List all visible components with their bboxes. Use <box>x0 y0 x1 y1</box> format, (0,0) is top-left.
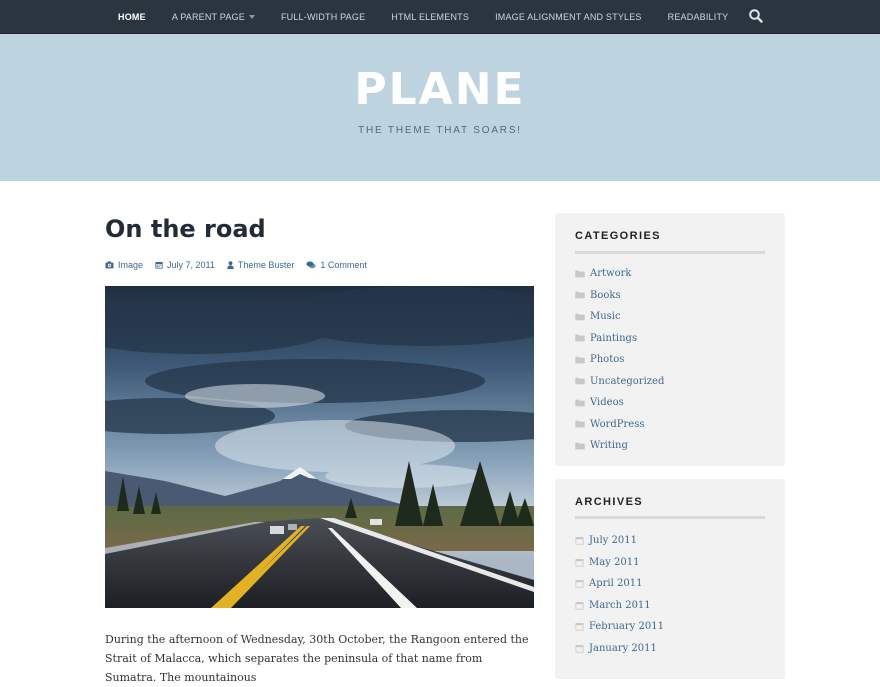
folder-icon <box>575 420 585 428</box>
nav-item-html-elements[interactable]: HTML ELEMENTS <box>378 0 482 33</box>
post-title[interactable]: On the road <box>105 212 525 246</box>
nav-item-label: A PARENT PAGE <box>171 11 245 22</box>
calendar-icon <box>575 558 584 567</box>
category-link[interactable]: Uncategorized <box>590 376 664 387</box>
category-item: Books <box>575 285 664 307</box>
nav-item-home[interactable]: HOME <box>105 0 159 33</box>
archive-item: May 2011 <box>575 552 664 574</box>
archive-item: April 2011 <box>575 573 664 595</box>
widget-divider <box>575 516 765 519</box>
post-meta: Image July 7, 2011 Theme Buster 1 Commen… <box>105 258 379 272</box>
category-link[interactable]: Music <box>590 311 621 322</box>
category-item: WordPress <box>575 414 664 436</box>
nav-item-parent-page[interactable]: A PARENT PAGE <box>159 0 268 33</box>
user-icon <box>227 261 234 269</box>
category-item: Videos <box>575 392 664 414</box>
nav-item-full-width-page[interactable]: FULL-WIDTH PAGE <box>268 0 378 33</box>
calendar-icon <box>575 601 584 610</box>
calendar-icon <box>575 623 584 631</box>
post-author-link[interactable]: Theme Buster <box>238 260 295 270</box>
camera-icon <box>105 261 114 269</box>
category-item: Artwork <box>575 263 664 285</box>
archive-item: February 2011 <box>575 616 664 638</box>
folder-icon <box>575 334 585 342</box>
category-item: Paintings <box>575 328 664 350</box>
category-item: Photos <box>575 349 664 371</box>
search-icon[interactable] <box>748 8 764 24</box>
folder-icon <box>575 377 585 385</box>
widget-title: CATEGORIES <box>575 230 661 242</box>
archive-link[interactable]: April 2011 <box>589 578 642 589</box>
folder-icon <box>575 442 585 450</box>
calendar-icon <box>575 580 584 588</box>
site-tagline: THE THEME THAT SOARS! <box>358 125 522 136</box>
category-link[interactable]: Photos <box>590 354 624 365</box>
category-list: Artwork Books Music Paintings Photos Unc… <box>575 263 664 457</box>
chevron-down-icon <box>248 14 255 19</box>
top-navigation: HOME A PARENT PAGE FULL-WIDTH PAGE HTML … <box>0 0 880 34</box>
calendar-icon <box>575 644 584 653</box>
category-item: Uncategorized <box>575 371 664 393</box>
folder-icon <box>575 291 585 299</box>
widget-categories: CATEGORIES Artwork Books Music Paintings… <box>555 213 785 466</box>
category-item: Music <box>575 306 664 328</box>
calendar-icon <box>575 537 584 545</box>
category-link[interactable]: Paintings <box>590 333 637 344</box>
archive-link[interactable]: January 2011 <box>589 643 657 654</box>
calendar-icon <box>155 262 163 269</box>
post-format-link[interactable]: Image <box>118 260 143 270</box>
post-comments-link[interactable]: 1 Comment <box>320 260 367 270</box>
archive-list: July 2011 May 2011 April 2011 March 2011… <box>575 530 664 659</box>
archive-link[interactable]: February 2011 <box>589 621 664 632</box>
category-link[interactable]: Books <box>590 290 621 301</box>
category-item: Writing <box>575 435 664 457</box>
archive-link[interactable]: May 2011 <box>589 557 639 568</box>
comments-icon <box>306 261 317 269</box>
post-author[interactable]: Theme Buster <box>227 260 295 270</box>
post-date[interactable]: July 7, 2011 <box>155 260 215 270</box>
nav-item-readability[interactable]: READABILITY <box>655 0 742 33</box>
archive-link[interactable]: July 2011 <box>589 535 637 546</box>
post-featured-image[interactable] <box>105 286 534 608</box>
archive-item: March 2011 <box>575 595 664 617</box>
site-title[interactable]: PLANE <box>0 64 880 116</box>
post-comments[interactable]: 1 Comment <box>306 260 367 270</box>
category-link[interactable]: Writing <box>590 440 628 451</box>
post-date-link[interactable]: July 7, 2011 <box>167 260 215 270</box>
archive-link[interactable]: March 2011 <box>589 600 651 611</box>
folder-icon <box>575 356 585 364</box>
widget-archives: ARCHIVES July 2011 May 2011 April 2011 M… <box>555 479 785 679</box>
category-link[interactable]: Artwork <box>590 268 631 279</box>
category-link[interactable]: Videos <box>590 397 624 408</box>
widget-title: ARCHIVES <box>575 496 644 508</box>
widget-divider <box>575 251 765 254</box>
post-format[interactable]: Image <box>105 260 143 270</box>
folder-icon <box>575 399 585 407</box>
archive-item: July 2011 <box>575 530 664 552</box>
folder-icon <box>575 270 585 278</box>
archive-item: January 2011 <box>575 638 664 660</box>
folder-icon <box>575 313 585 321</box>
category-link[interactable]: WordPress <box>590 419 645 430</box>
primary-menu: HOME A PARENT PAGE FULL-WIDTH PAGE HTML … <box>105 0 741 33</box>
nav-item-image-alignment[interactable]: IMAGE ALIGNMENT AND STYLES <box>482 0 655 33</box>
post-excerpt: During the afternoon of Wednesday, 30th … <box>105 633 529 684</box>
